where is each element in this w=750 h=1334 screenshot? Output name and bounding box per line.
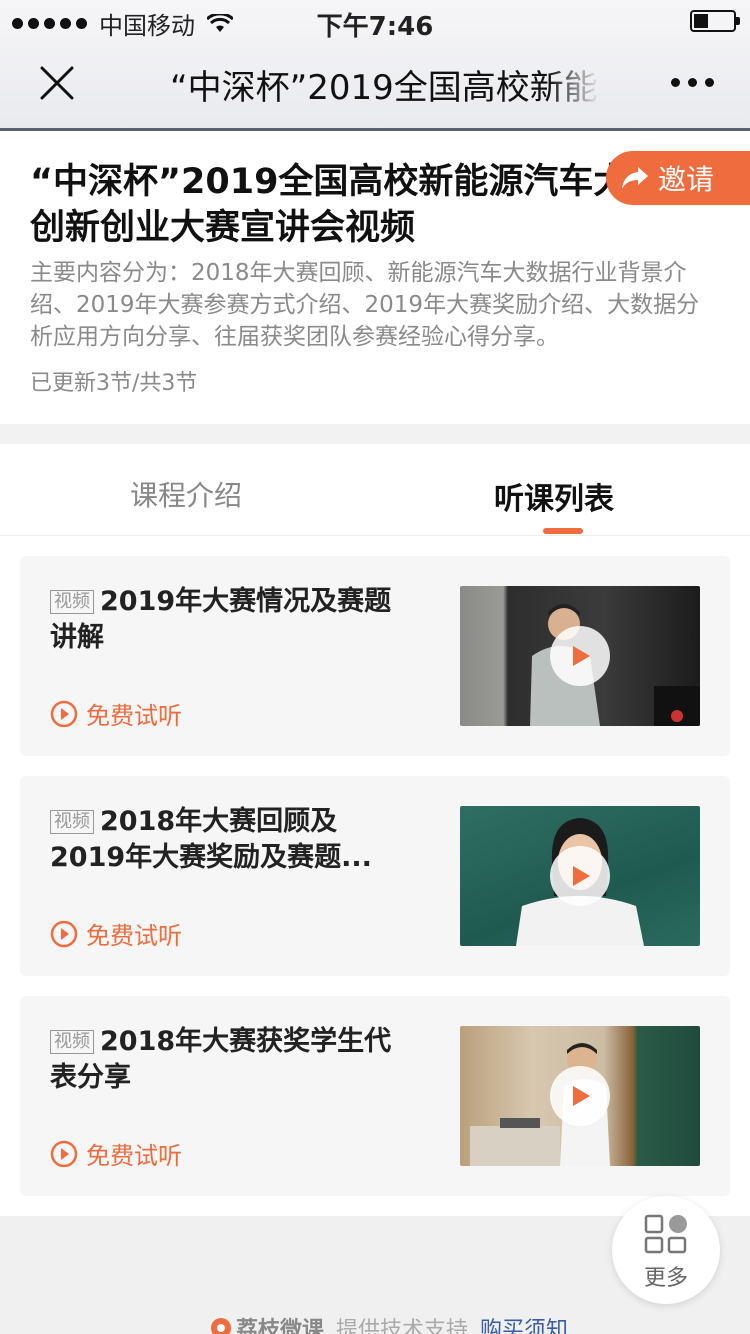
video-tag: 视频 — [50, 1030, 94, 1054]
nav-title: “中深杯”2019全国高校新能源汽车大数据创新创业大赛宣讲会视频 — [170, 68, 600, 108]
status-time: 下午7:46 — [316, 12, 434, 42]
lesson-thumbnail[interactable] — [460, 806, 700, 946]
purchase-notice-link[interactable]: 购买须知 — [480, 1312, 568, 1334]
free-trial-label: 免费试听 — [86, 922, 182, 950]
lesson-item[interactable]: 视频 2019年大赛情况及赛题讲解 免费试听 — [20, 556, 730, 756]
free-trial-button[interactable]: 免费试听 — [50, 916, 182, 951]
play-circle-icon — [50, 920, 78, 947]
lesson-thumbnail[interactable] — [460, 1026, 700, 1166]
lizhi-logo-icon — [211, 1318, 231, 1334]
more-button[interactable]: 更多 — [612, 1196, 720, 1304]
tab-course-intro[interactable]: 课程介绍 — [130, 474, 242, 514]
lesson-item[interactable]: 视频 2018年大赛回顾及2019年大赛奖励及赛题... 免费试听 — [20, 776, 730, 976]
grid-icon — [644, 1214, 687, 1254]
lesson-title-block: 视频 2018年大赛获奖学生代表分享 — [50, 1024, 410, 1096]
play-icon[interactable] — [550, 846, 610, 906]
play-circle-icon — [50, 1140, 78, 1167]
course-description: 主要内容分为：2018年大赛回顾、新能源汽车大数据行业背景介绍、2019年大赛参… — [30, 260, 700, 350]
invite-button[interactable]: 邀请 — [606, 151, 750, 205]
lesson-list: 视频 2019年大赛情况及赛题讲解 免费试听 视频 2018年大赛回顾及2019年大… — [0, 536, 750, 1216]
tab-lesson-list[interactable]: 听课列表 — [494, 474, 614, 518]
video-tag: 视频 — [50, 810, 94, 834]
battery-icon — [690, 10, 740, 32]
play-icon[interactable] — [550, 1066, 610, 1126]
tech-support-text: 提供技术支持 — [336, 1318, 469, 1334]
lesson-title: 2018年大赛回顾及2019年大赛奖励及赛题... — [50, 806, 372, 873]
free-trial-label: 免费试听 — [86, 1142, 182, 1170]
status-bar: 中国移动 下午7:46 — [0, 0, 750, 42]
video-tag: 视频 — [50, 590, 94, 614]
lesson-title: 2018年大赛获奖学生代表分享 — [50, 1026, 392, 1093]
nav-bar: “中深杯”2019全国高校新能源汽车大数据创新创业大赛宣讲会视频 — [0, 42, 750, 128]
footer: 荔枝微课 提供技术支持 购买须知 — [210, 1312, 568, 1334]
lesson-thumbnail[interactable] — [460, 586, 700, 726]
more-dots-icon[interactable] — [671, 78, 714, 87]
share-arrow-icon — [622, 167, 648, 189]
lesson-title-block: 视频 2018年大赛回顾及2019年大赛奖励及赛题... — [50, 804, 410, 876]
course-header: “中深杯”2019全国高校新能源汽车大数据创新创业大赛宣讲会视频 邀请 主要内容… — [0, 131, 750, 424]
free-trial-label: 免费试听 — [86, 702, 182, 730]
lesson-title: 2019年大赛情况及赛题讲解 — [50, 586, 392, 653]
invite-label: 邀请 — [658, 163, 715, 196]
more-label: 更多 — [643, 1266, 688, 1291]
free-trial-button[interactable]: 免费试听 — [50, 696, 182, 731]
tab-bar: 课程介绍 听课列表 — [0, 444, 750, 536]
lesson-title-block: 视频 2019年大赛情况及赛题讲解 — [50, 584, 410, 656]
brand-logo: 荔枝微课 — [210, 1312, 324, 1334]
close-icon[interactable] — [36, 62, 78, 104]
play-icon[interactable] — [550, 626, 610, 686]
lesson-item[interactable]: 视频 2018年大赛获奖学生代表分享 免费试听 — [20, 996, 730, 1196]
update-info: 已更新3节/共3节 — [30, 371, 198, 396]
active-tab-indicator — [543, 528, 583, 534]
play-circle-icon — [50, 700, 78, 727]
free-trial-button[interactable]: 免费试听 — [50, 1136, 182, 1171]
top-bar: 中国移动 下午7:46 “中深杯”2019全国高校新能源汽车大数据创新创业大赛宣… — [0, 0, 750, 131]
brand-name: 荔枝微课 — [236, 1318, 325, 1334]
